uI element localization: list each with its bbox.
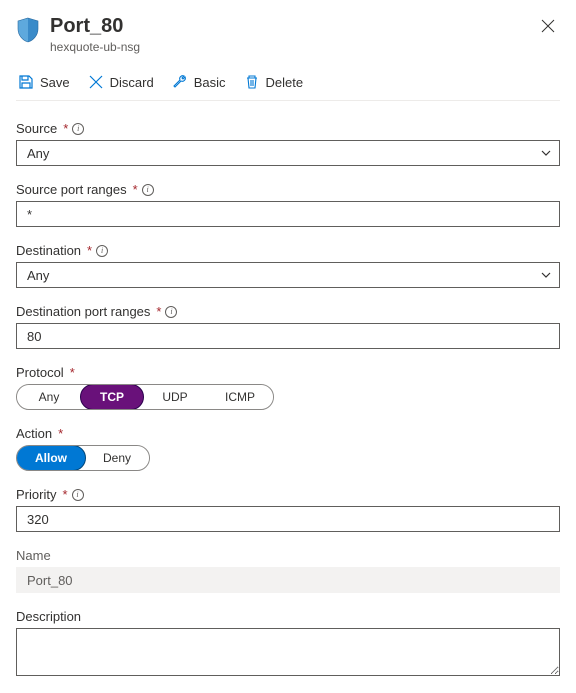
save-icon xyxy=(18,74,34,90)
discard-button[interactable]: Discard xyxy=(86,72,156,92)
description-input[interactable] xyxy=(16,628,560,676)
toolbar: Save Discard Basic Delete xyxy=(16,64,560,101)
required-marker: * xyxy=(63,121,68,136)
basic-button[interactable]: Basic xyxy=(170,72,228,92)
required-marker: * xyxy=(87,243,92,258)
info-icon[interactable]: i xyxy=(72,123,84,135)
page-title: Port_80 xyxy=(50,14,526,38)
discard-icon xyxy=(88,74,104,90)
destination-port-ranges-label: Destination port ranges xyxy=(16,304,150,319)
action-option-allow[interactable]: Allow xyxy=(16,445,86,471)
action-group: Allow Deny xyxy=(16,445,150,471)
protocol-group: Any TCP UDP ICMP xyxy=(16,384,274,410)
required-marker: * xyxy=(156,304,161,319)
page-subtitle: hexquote-ub-nsg xyxy=(50,40,526,54)
name-label: Name xyxy=(16,548,51,563)
required-marker: * xyxy=(58,426,63,441)
close-button[interactable] xyxy=(536,14,560,38)
basic-label: Basic xyxy=(194,75,226,90)
action-option-deny[interactable]: Deny xyxy=(85,446,149,470)
info-icon[interactable]: i xyxy=(165,306,177,318)
discard-label: Discard xyxy=(110,75,154,90)
protocol-option-udp[interactable]: UDP xyxy=(143,385,207,409)
wrench-icon xyxy=(172,74,188,90)
destination-label: Destination xyxy=(16,243,81,258)
info-icon[interactable]: i xyxy=(72,489,84,501)
info-icon[interactable]: i xyxy=(96,245,108,257)
shield-icon xyxy=(16,16,40,44)
destination-select[interactable] xyxy=(16,262,560,288)
close-icon xyxy=(541,19,555,33)
save-label: Save xyxy=(40,75,70,90)
source-port-ranges-label: Source port ranges xyxy=(16,182,127,197)
delete-button[interactable]: Delete xyxy=(242,72,306,92)
action-label: Action xyxy=(16,426,52,441)
priority-input[interactable] xyxy=(16,506,560,532)
info-icon[interactable]: i xyxy=(142,184,154,196)
destination-port-ranges-input[interactable] xyxy=(16,323,560,349)
required-marker: * xyxy=(133,182,138,197)
description-label: Description xyxy=(16,609,81,624)
protocol-option-tcp[interactable]: TCP xyxy=(80,384,144,410)
source-port-ranges-input[interactable] xyxy=(16,201,560,227)
required-marker: * xyxy=(70,365,75,380)
priority-label: Priority xyxy=(16,487,56,502)
protocol-option-any[interactable]: Any xyxy=(17,385,81,409)
name-input xyxy=(16,567,560,593)
delete-icon xyxy=(244,74,260,90)
required-marker: * xyxy=(62,487,67,502)
save-button[interactable]: Save xyxy=(16,72,72,92)
source-label: Source xyxy=(16,121,57,136)
protocol-label: Protocol xyxy=(16,365,64,380)
source-select[interactable] xyxy=(16,140,560,166)
protocol-option-icmp[interactable]: ICMP xyxy=(207,385,273,409)
delete-label: Delete xyxy=(266,75,304,90)
